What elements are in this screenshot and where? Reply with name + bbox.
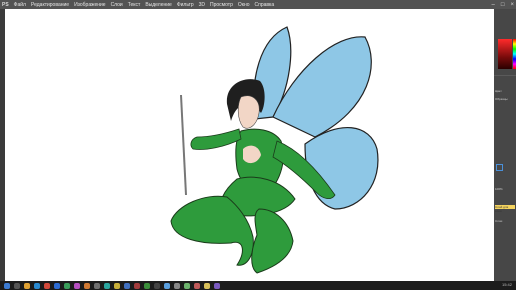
browser-icon[interactable] (34, 282, 40, 289)
video-icon[interactable] (134, 282, 140, 289)
face (237, 95, 260, 129)
layer-tag: Слой для слоя (495, 205, 515, 213)
menu-3d[interactable]: 3D (199, 2, 205, 8)
panel-label-color: Цвет (495, 89, 502, 93)
color-picker-field[interactable] (498, 39, 512, 69)
document-canvas[interactable] (5, 9, 494, 281)
menu-view[interactable]: Просмотр (210, 2, 233, 8)
menu-image[interactable]: Изображение (74, 2, 106, 8)
menu-select[interactable]: Выделение (145, 2, 172, 8)
panel-label-swatches: Образцы (495, 97, 508, 101)
search-icon[interactable] (14, 282, 20, 289)
menu-text[interactable]: Текст (128, 2, 141, 8)
terminal-icon[interactable] (154, 282, 160, 289)
menu-layers[interactable]: Слои (111, 2, 123, 8)
store-icon[interactable] (104, 282, 110, 289)
selection-box[interactable] (496, 164, 503, 171)
calc-icon[interactable] (174, 282, 180, 289)
minimize-button[interactable]: – (492, 2, 495, 8)
settings-icon[interactable] (94, 282, 100, 289)
cloud-icon[interactable] (164, 282, 170, 289)
photos-icon[interactable] (84, 282, 90, 289)
files-icon[interactable] (114, 282, 120, 289)
mail-icon[interactable] (64, 282, 70, 289)
clock: 15:42 (501, 282, 512, 287)
start-icon[interactable] (4, 282, 10, 289)
app-logo[interactable]: PS (2, 2, 9, 8)
chat-icon[interactable] (144, 282, 150, 289)
close-button[interactable]: × (510, 2, 514, 8)
wing-lower-right (304, 127, 379, 210)
left-arm (190, 128, 242, 150)
taskbar: 15:42 (0, 281, 516, 290)
menu-bar: PS Файл Редактирование Изображение Слои … (0, 0, 516, 9)
panel-label-layers: Слои (495, 219, 503, 223)
menu-edit[interactable]: Редактирование (31, 2, 69, 8)
explorer-icon[interactable] (24, 282, 30, 289)
menu-window[interactable]: Окно (238, 2, 250, 8)
game-icon[interactable] (214, 282, 220, 289)
maximize-button[interactable]: □ (501, 2, 505, 8)
menu-help[interactable]: Справка (255, 2, 275, 8)
menu-filter[interactable]: Фильтр (177, 2, 194, 8)
chrome-icon[interactable] (44, 282, 50, 289)
panel-divider (494, 75, 516, 76)
paint-icon[interactable] (124, 282, 130, 289)
wand (180, 94, 187, 196)
right-panel: Цвет Образцы 100% Слой для слоя Слои (494, 9, 516, 281)
music-icon[interactable] (74, 282, 80, 289)
fairy-illustration (170, 26, 379, 274)
map-icon[interactable] (184, 282, 190, 289)
window-controls: – □ × (492, 0, 514, 9)
right-leg (251, 208, 294, 274)
menu-file[interactable]: Файл (14, 2, 26, 8)
zoom-readout: 100% (495, 187, 503, 191)
weather-icon[interactable] (204, 282, 210, 289)
news-icon[interactable] (194, 282, 200, 289)
photoshop-icon[interactable] (54, 282, 60, 289)
